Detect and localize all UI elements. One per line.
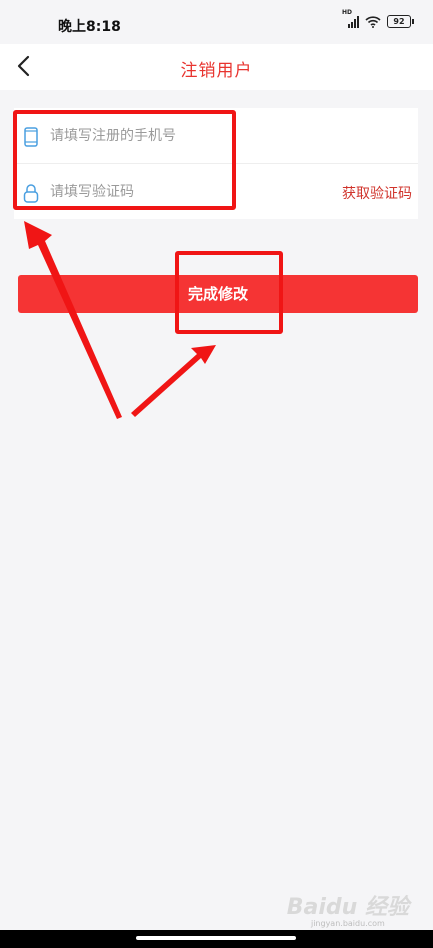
watermark: Baidu 经验 jingyan.baidu.com (287, 889, 409, 928)
annotation-arrow-left (24, 221, 122, 419)
home-indicator[interactable] (136, 936, 296, 940)
annotation-arrows (24, 221, 216, 419)
gesture-bar (0, 930, 433, 948)
annotation-arrow-right (131, 345, 216, 417)
watermark-logo: Baidu 经验 (286, 895, 409, 920)
